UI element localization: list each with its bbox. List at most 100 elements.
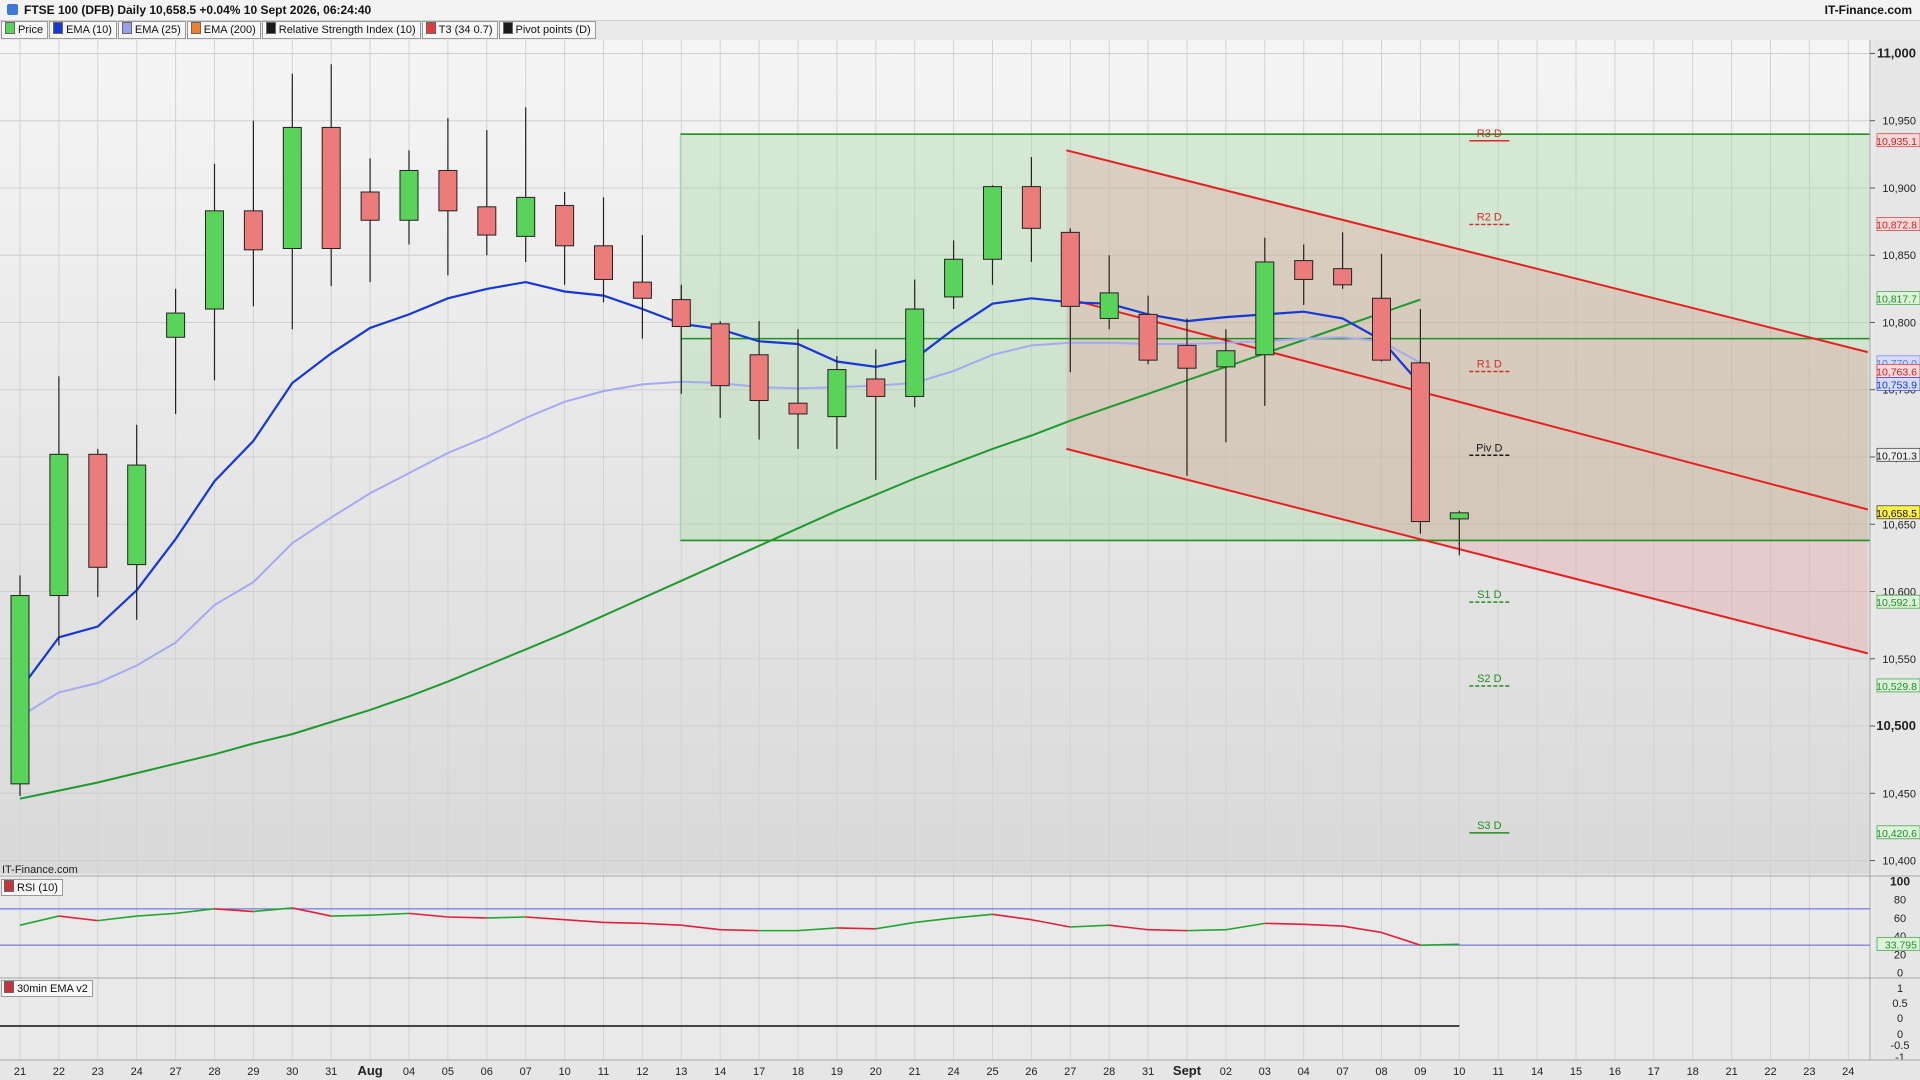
pivot-label: S2 D [1477, 673, 1502, 685]
rsi-segment [720, 928, 760, 932]
y-tick-label: 10,850 [1882, 250, 1916, 262]
rsi-segment [331, 914, 371, 917]
candle-body [710, 323, 730, 387]
x-tick-label: 24 [1842, 1066, 1854, 1078]
price-tag: 10,701.3 [1876, 450, 1917, 462]
candle-body [594, 245, 613, 280]
rsi-segment [1381, 931, 1421, 946]
rsi-segment [681, 924, 721, 931]
candle-body [88, 453, 108, 568]
candle-body [127, 464, 147, 566]
x-tick-label: 16 [1609, 1066, 1621, 1078]
candle-body [905, 308, 925, 397]
x-tick-label: 27 [1064, 1066, 1076, 1078]
price-tag: 10,658.5 [1876, 508, 1917, 520]
candle-body [1255, 261, 1275, 356]
rsi-segment [836, 927, 876, 930]
price-tag: 10,935.1 [1876, 136, 1917, 148]
rsi-panel-label[interactable]: RSI (10) [1, 879, 63, 896]
x-tick-label: 17 [753, 1066, 765, 1078]
rsi-segment [58, 915, 98, 922]
candle-body [438, 169, 458, 212]
x-tick-label: 30 [286, 1066, 298, 1078]
x-tick-label: 19 [831, 1066, 843, 1078]
ema-v2-tick-label: 1 [1897, 983, 1903, 995]
y-tick-label: 11,000 [1877, 45, 1916, 60]
ema-v2-tick-label: 0.5 [1892, 998, 1907, 1010]
x-tick-label: 11 [1492, 1066, 1503, 1078]
candle-body [1099, 292, 1119, 319]
pivot-label: R1 D [1477, 358, 1502, 370]
candle-body [749, 354, 769, 402]
candle-body [1021, 186, 1041, 229]
rsi-segment [525, 916, 565, 921]
x-tick-label: 18 [1687, 1066, 1699, 1078]
x-tick-label: 26 [1025, 1066, 1037, 1078]
candle-body [671, 299, 691, 328]
rsi-segment [1303, 923, 1343, 927]
rsi-segment [486, 916, 526, 919]
chart-canvas[interactable]: R3 D R2 D R1 D Piv D S1 D S2 D S3 D 11,000 10,95… [0, 0, 1920, 1080]
ema-v2-tick-label: 0 [1897, 1013, 1903, 1025]
x-tick-label: 14 [1531, 1066, 1543, 1078]
rsi-segment [408, 912, 448, 918]
candle-body [516, 196, 536, 237]
rsi-tick-label: 100 [1890, 875, 1910, 889]
x-tick-label: 13 [675, 1066, 687, 1078]
rsi-segment [175, 908, 215, 915]
pivot-label: R3 D [1477, 128, 1502, 140]
y-tick-label: 10,800 [1882, 317, 1916, 329]
x-tick-label: Aug [357, 1063, 382, 1078]
price-tag: 10,529.8 [1876, 681, 1917, 693]
x-tick-label: 15 [1570, 1066, 1582, 1078]
rsi-segment [19, 915, 60, 926]
rsi-segment [1342, 925, 1382, 934]
candle-body [360, 191, 380, 221]
x-tick-label: 28 [1103, 1066, 1115, 1078]
x-tick-label: 25 [986, 1066, 998, 1078]
rsi-segment [1070, 924, 1110, 928]
rsi-tick-label: 60 [1894, 913, 1906, 925]
rsi-segment [447, 916, 487, 919]
x-tick-label: 08 [1375, 1066, 1387, 1078]
candle-body [1138, 313, 1158, 361]
candle-body [866, 378, 886, 397]
candle-body [944, 258, 964, 298]
rsi-tick-label: 80 [1894, 895, 1906, 907]
y-tick-label: 10,450 [1882, 788, 1916, 800]
x-tick-label: 27 [169, 1066, 181, 1078]
pivot-label: S1 D [1477, 589, 1502, 601]
y-tick-label: 10,950 [1882, 116, 1916, 128]
ema-panel-label[interactable]: 30min EMA v2 [1, 980, 93, 997]
x-tick-label: 10 [1453, 1066, 1465, 1078]
candle-body [49, 453, 69, 597]
candle-body [632, 281, 652, 299]
rsi-segment [1225, 922, 1265, 931]
x-tick-label: 14 [714, 1066, 726, 1078]
x-tick-label: 21 [1725, 1066, 1737, 1078]
candle-body [477, 206, 497, 236]
price-tag: 10,763.6 [1876, 366, 1917, 378]
candle-body [1449, 512, 1469, 520]
x-tick-label: 21 [909, 1066, 921, 1078]
x-tick-label: 23 [92, 1066, 104, 1078]
x-tick-label: 11 [598, 1066, 609, 1078]
price-tag: 10,592.1 [1876, 597, 1917, 609]
candle-body [399, 169, 419, 221]
y-tick-label: 10,400 [1882, 856, 1916, 868]
x-tick-label: 09 [1414, 1066, 1426, 1078]
rsi-panel-label-text: RSI (10) [17, 882, 58, 894]
x-tick-label: 24 [131, 1066, 143, 1078]
rsi-segment [992, 913, 1032, 921]
x-tick-label: 04 [403, 1066, 415, 1078]
x-tick-label: 29 [247, 1066, 259, 1078]
rsi-segment [953, 913, 993, 919]
rsi-segment [797, 927, 837, 932]
candle-body [1060, 231, 1080, 307]
rsi-last-value: 33.795 [1885, 939, 1917, 951]
x-tick-label: 12 [636, 1066, 648, 1078]
candle-body [788, 402, 808, 415]
candle-body [10, 595, 30, 785]
candle-body [555, 204, 575, 247]
x-tick-label: Sept [1173, 1063, 1202, 1078]
